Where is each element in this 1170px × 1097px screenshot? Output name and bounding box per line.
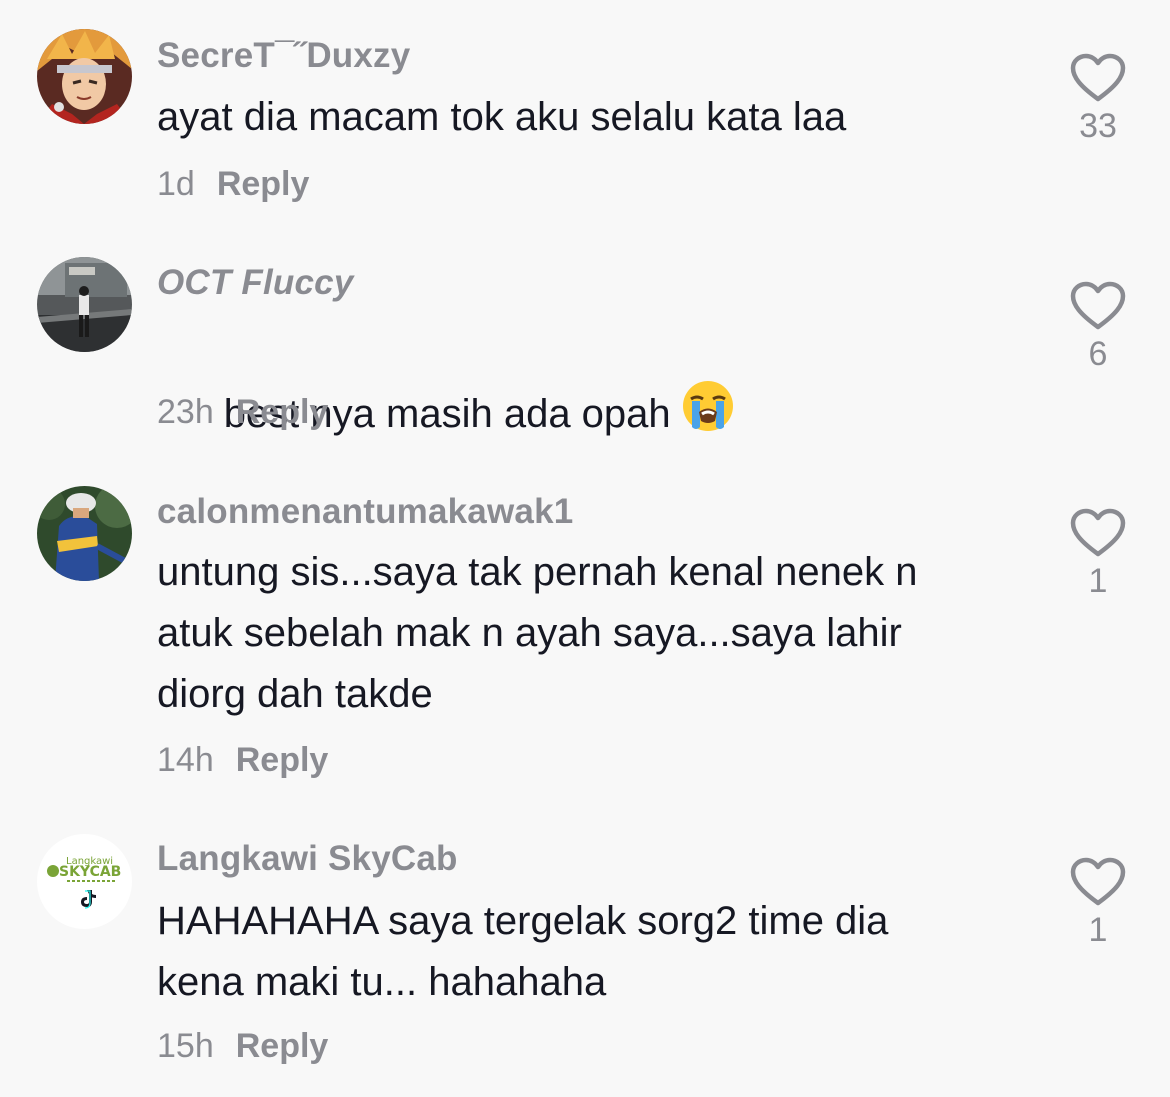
skycab-logo-avatar-icon: Langkawi SKYCAB xyxy=(37,834,132,929)
comment-meta: 1d Reply xyxy=(157,165,309,204)
heart-icon xyxy=(1070,857,1126,906)
avatar[interactable] xyxy=(37,486,132,581)
loudly-crying-face-emoji-icon xyxy=(681,379,735,451)
anime-character-avatar-icon xyxy=(37,29,132,124)
comment-meta: 15h Reply xyxy=(157,1027,328,1066)
reply-button[interactable]: Reply xyxy=(217,165,310,203)
like-count: 33 xyxy=(1079,107,1117,145)
cyclist-photo-avatar-icon xyxy=(37,486,132,581)
heart-icon xyxy=(1070,53,1126,102)
username[interactable]: Langkawi SkyCab xyxy=(157,839,458,879)
heart-icon xyxy=(1070,281,1126,330)
like-count: 1 xyxy=(1088,911,1108,949)
heart-icon xyxy=(1070,508,1126,557)
avatar[interactable]: Langkawi SKYCAB xyxy=(37,834,132,929)
comment-text: untung sis...saya tak pernah kenal nenek… xyxy=(157,550,918,716)
like-button[interactable]: 1 xyxy=(1068,508,1128,601)
like-count: 1 xyxy=(1088,562,1108,600)
username[interactable]: OCT Fluccy xyxy=(157,263,353,303)
skycab-logo-main-text: SKYCAB xyxy=(59,864,121,880)
comment-time: 1d xyxy=(157,165,195,203)
reply-button[interactable]: Reply xyxy=(236,1027,329,1065)
username[interactable]: SecreT¯˝Duxzy xyxy=(157,36,410,76)
comment-time: 23h xyxy=(157,393,214,431)
comment-meta: 14h Reply xyxy=(157,741,328,780)
like-button[interactable]: 33 xyxy=(1068,53,1128,146)
comment-time: 15h xyxy=(157,1027,214,1065)
avatar[interactable] xyxy=(37,29,132,124)
comment-meta: 23h Reply xyxy=(157,393,328,432)
like-button[interactable]: 6 xyxy=(1068,281,1128,374)
username[interactable]: calonmenantumakawak1 xyxy=(157,492,573,532)
comment-list: SecreT¯˝Duxzy ayat dia macam tok aku sel… xyxy=(0,0,1170,1097)
reply-button[interactable]: Reply xyxy=(236,741,329,779)
comment-time: 14h xyxy=(157,741,214,779)
like-button[interactable]: 1 xyxy=(1068,857,1128,950)
reply-button[interactable]: Reply xyxy=(236,393,329,431)
comment-text: ayat dia macam tok aku selalu kata laa xyxy=(157,95,847,139)
comment-text: HAHAHAHA saya tergelak sorg2 time dia ke… xyxy=(157,899,889,1004)
like-count: 6 xyxy=(1088,335,1108,373)
avatar[interactable] xyxy=(37,257,132,352)
street-photo-avatar-icon xyxy=(37,257,132,352)
